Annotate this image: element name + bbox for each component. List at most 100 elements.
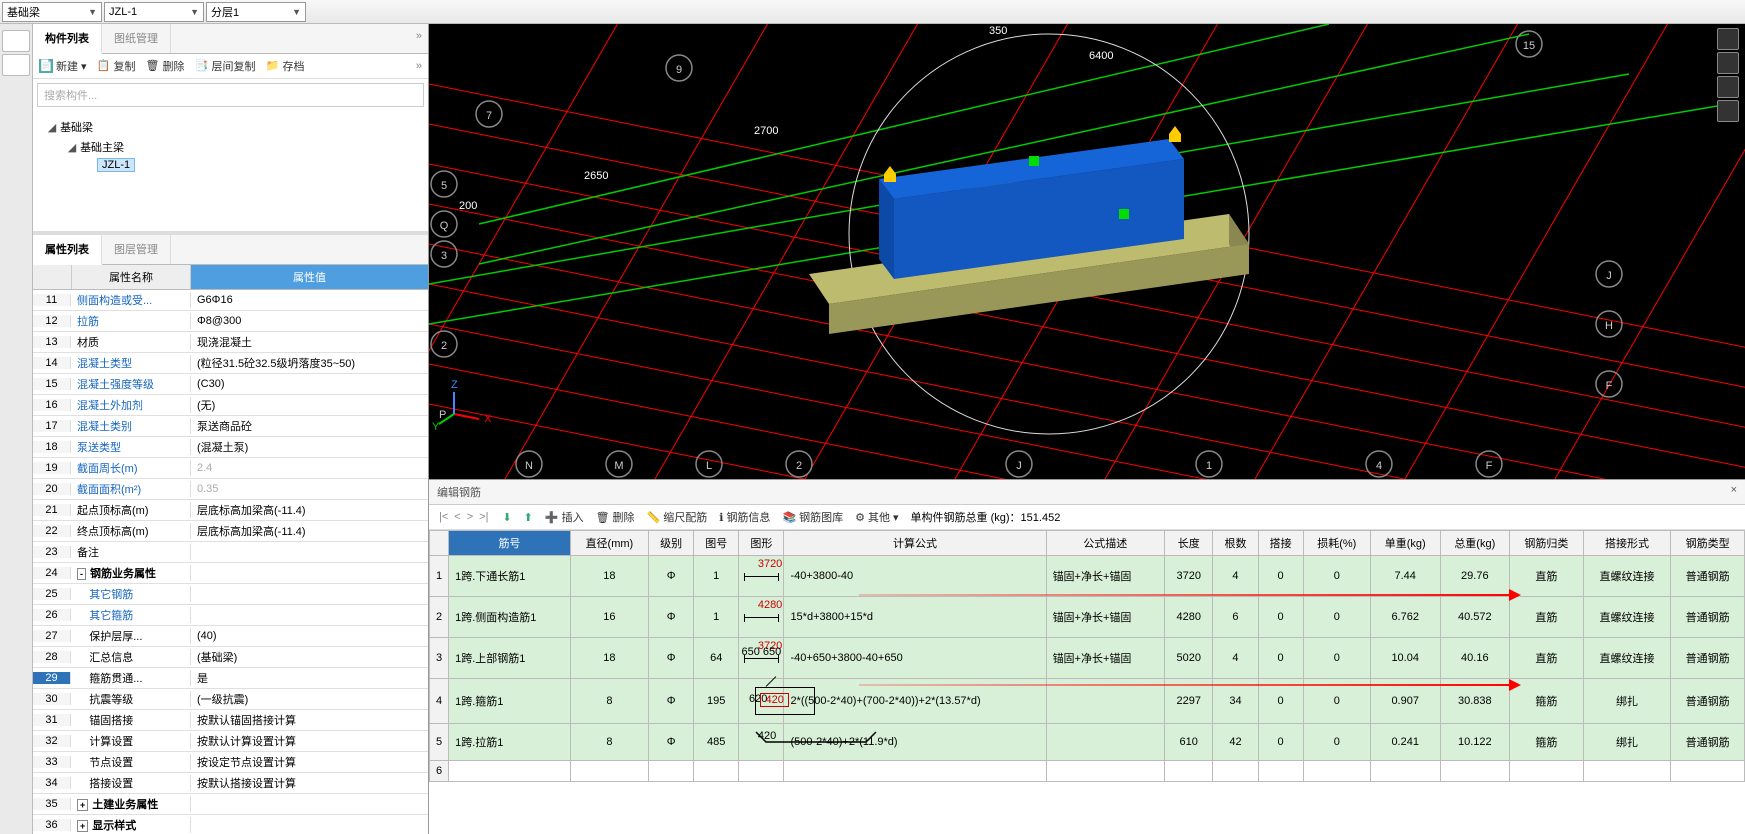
property-rows: 11侧面构造或受...G6Φ1612拉筋Φ8@30013材质现浇混凝土14混凝土… bbox=[33, 290, 428, 834]
property-row[interactable]: 35+土建业务属性 bbox=[33, 794, 428, 815]
vp-tool-1[interactable] bbox=[1717, 28, 1739, 50]
grid-row[interactable]: 11跨.下通长筋118Φ13720-40+3800-40锚固+净长+锚固3720… bbox=[430, 556, 1745, 597]
component-tabs: 构件列表 图纸管理 » bbox=[33, 24, 428, 54]
nav-prev[interactable]: < bbox=[452, 511, 462, 523]
chevron-right-icon[interactable]: » bbox=[410, 24, 428, 53]
side-btn-2[interactable] bbox=[2, 54, 30, 76]
svg-text:4: 4 bbox=[1376, 460, 1382, 472]
property-row[interactable]: 19截面周长(m)2.4 bbox=[33, 458, 428, 479]
property-row[interactable]: 25 其它钢筋 bbox=[33, 584, 428, 605]
rebar-toolbar: |< < > >| ⬇ ⬆ ➕插入 🗑删除 📏缩尺配筋 ℹ钢筋信息 📚钢筋图库 … bbox=[429, 505, 1745, 530]
nav-first[interactable]: |< bbox=[437, 511, 450, 523]
property-row[interactable]: 18泵送类型(混凝土泵) bbox=[33, 437, 428, 458]
svg-text:350: 350 bbox=[989, 25, 1007, 37]
scale-button[interactable]: 📏缩尺配筋 bbox=[647, 509, 708, 525]
svg-text:Z: Z bbox=[451, 379, 458, 391]
tree-root[interactable]: ◢ 基础梁 bbox=[37, 117, 424, 137]
svg-text:X: X bbox=[484, 413, 492, 425]
svg-text:2650: 2650 bbox=[584, 170, 608, 182]
property-row[interactable]: 17混凝土类别泵送商品砼 bbox=[33, 416, 428, 437]
grid-row[interactable]: 51跨.拉筋18Φ485420(500-2*40)+2*(11.9*d)6104… bbox=[430, 724, 1745, 761]
category-dropdown[interactable]: 基础梁▼ bbox=[2, 2, 102, 22]
rebar-grid[interactable]: 筋号直径(mm)级别图号图形计算公式公式描述长度根数搭接损耗(%)单重(kg)总… bbox=[429, 530, 1745, 834]
tab-drawing-mgmt[interactable]: 图纸管理 bbox=[102, 24, 171, 53]
viewport-tools bbox=[1717, 28, 1741, 124]
property-row[interactable]: 29 箍筋贯通...是 bbox=[33, 668, 428, 689]
property-row[interactable]: 30 抗震等级(一级抗震) bbox=[33, 689, 428, 710]
component-tree: ◢ 基础梁 ◢ 基础主梁 JZL-1 bbox=[33, 111, 428, 231]
property-row[interactable]: 24-钢筋业务属性 bbox=[33, 563, 428, 584]
property-row[interactable]: 34 搭接设置按默认搭接设置计算 bbox=[33, 773, 428, 794]
property-row[interactable]: 13材质现浇混凝土 bbox=[33, 332, 428, 353]
property-row[interactable]: 15混凝土强度等级(C30) bbox=[33, 374, 428, 395]
icon-2[interactable]: ⬆ bbox=[524, 511, 533, 524]
svg-text:L: L bbox=[706, 460, 712, 472]
3d-viewport[interactable]: 975 Q32 NML 2J1 4F 15JHF 3506400 2700265… bbox=[429, 24, 1745, 479]
delete-button-2[interactable]: 🗑删除 bbox=[596, 509, 635, 525]
property-row[interactable]: 23备注 bbox=[33, 542, 428, 563]
delete-button[interactable]: 🗑删除 bbox=[146, 58, 185, 74]
property-row[interactable]: 22终点顶标高(m)层底标高加梁高(-11.4) bbox=[33, 521, 428, 542]
side-btn-1[interactable] bbox=[2, 30, 30, 52]
property-row[interactable]: 14混凝土类型(粒径31.5砼32.5级坍落度35~50) bbox=[33, 353, 428, 374]
nav-next[interactable]: > bbox=[465, 511, 475, 523]
property-row[interactable]: 31 锚固搭接按默认锚固搭接计算 bbox=[33, 710, 428, 731]
svg-text:M: M bbox=[614, 460, 623, 472]
side-buttons bbox=[0, 24, 33, 834]
property-row[interactable]: 26 其它箍筋 bbox=[33, 605, 428, 626]
property-row[interactable]: 28 汇总信息(基础梁) bbox=[33, 647, 428, 668]
new-button[interactable]: 📄新建 ▾ bbox=[39, 58, 87, 74]
rebar-lib-button[interactable]: 📚钢筋图库 bbox=[782, 509, 843, 525]
property-row[interactable]: 16混凝土外加剂(无) bbox=[33, 395, 428, 416]
vp-tool-4[interactable] bbox=[1717, 100, 1739, 122]
tree-leaf[interactable]: JZL-1 bbox=[37, 157, 424, 173]
property-row[interactable]: 11侧面构造或受...G6Φ16 bbox=[33, 290, 428, 311]
layer-copy-button[interactable]: 📑层间复制 bbox=[195, 58, 256, 74]
component-dropdown[interactable]: JZL-1▼ bbox=[104, 2, 204, 22]
vp-tool-3[interactable] bbox=[1717, 76, 1739, 98]
archive-button[interactable]: 📁存档 bbox=[266, 58, 305, 74]
tab-component-list[interactable]: 构件列表 bbox=[33, 24, 102, 54]
property-row[interactable]: 32 计算设置按默认计算设置计算 bbox=[33, 731, 428, 752]
rebar-info-button[interactable]: ℹ钢筋信息 bbox=[719, 509, 770, 525]
annotation-arrow-2 bbox=[859, 684, 1519, 686]
property-row[interactable]: 33 节点设置按设定节点设置计算 bbox=[33, 752, 428, 773]
component-toolbar: 📄新建 ▾ 📋复制 🗑删除 📑层间复制 📁存档 » bbox=[33, 54, 428, 79]
copy-button[interactable]: 📋复制 bbox=[97, 58, 136, 74]
search-input[interactable]: 搜索构件... bbox=[37, 83, 424, 107]
layer-dropdown[interactable]: 分层1▼ bbox=[206, 2, 306, 22]
rebar-editor-panel: 编辑钢筋 × |< < > >| ⬇ ⬆ ➕插入 🗑删除 📏缩尺配筋 ℹ钢筋信息… bbox=[429, 479, 1745, 834]
svg-text:3: 3 bbox=[441, 250, 447, 262]
total-weight-label: 单构件钢筋总重 (kg)：151.452 bbox=[911, 509, 1061, 525]
property-header: 属性名称 属性值 bbox=[33, 265, 428, 290]
grid-row[interactable]: 31跨.上部钢筋118Φ646503720650-40+650+3800-40+… bbox=[430, 638, 1745, 679]
property-row[interactable]: 20截面面积(m²)0.35 bbox=[33, 479, 428, 500]
icon-1[interactable]: ⬇ bbox=[502, 511, 511, 524]
vp-tool-2[interactable] bbox=[1717, 52, 1739, 74]
insert-button[interactable]: ➕插入 bbox=[545, 509, 584, 525]
property-row[interactable]: 21起点顶标高(m)层底标高加梁高(-11.4) bbox=[33, 500, 428, 521]
svg-text:1: 1 bbox=[1206, 460, 1212, 472]
property-row[interactable]: 27 保护层厚...(40) bbox=[33, 626, 428, 647]
panel-title: 编辑钢筋 × bbox=[429, 480, 1745, 505]
svg-text:9: 9 bbox=[676, 64, 682, 76]
svg-text:H: H bbox=[1605, 320, 1613, 332]
svg-text:N: N bbox=[525, 460, 533, 472]
tab-layer-mgmt[interactable]: 图层管理 bbox=[102, 235, 171, 264]
tab-property-list[interactable]: 属性列表 bbox=[33, 235, 102, 265]
svg-text:2700: 2700 bbox=[754, 125, 778, 137]
property-row[interactable]: 36+显示样式 bbox=[33, 815, 428, 834]
svg-text:F: F bbox=[1606, 380, 1613, 392]
svg-text:200: 200 bbox=[459, 200, 477, 212]
nav-last[interactable]: >| bbox=[477, 511, 490, 523]
svg-text:Y: Y bbox=[432, 421, 440, 433]
svg-text:5: 5 bbox=[441, 180, 447, 192]
tree-child[interactable]: ◢ 基础主梁 bbox=[37, 137, 424, 157]
more-icon[interactable]: » bbox=[416, 60, 422, 72]
property-row[interactable]: 12拉筋Φ8@300 bbox=[33, 311, 428, 332]
svg-text:15: 15 bbox=[1523, 40, 1535, 52]
grid-row[interactable]: 21跨.侧面构造筋116Φ1428015*d+3800+15*d锚固+净长+锚固… bbox=[430, 597, 1745, 638]
close-icon[interactable]: × bbox=[1731, 484, 1737, 500]
svg-text:J: J bbox=[1016, 460, 1022, 472]
other-button[interactable]: ⚙其他 ▾ bbox=[855, 509, 898, 525]
